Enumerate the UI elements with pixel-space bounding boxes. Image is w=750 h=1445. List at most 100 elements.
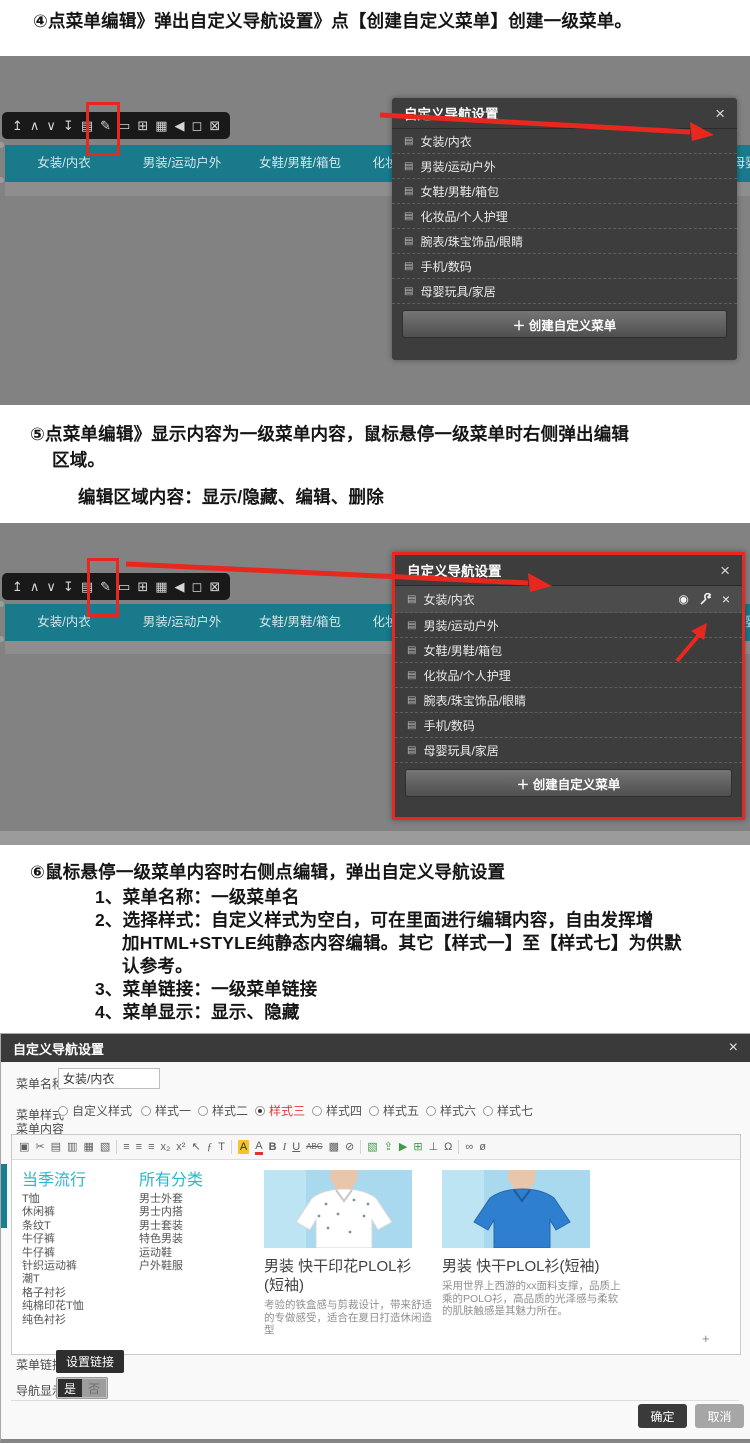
ok-button[interactable]: 确定 [638,1404,687,1428]
category-link: 户外鞋服 [139,1260,203,1273]
bold-icon[interactable]: B [269,1135,277,1159]
font-size-icon[interactable]: T [218,1135,225,1159]
paste-icon[interactable]: ▥ [67,1135,77,1159]
select-icon[interactable]: ↖ [191,1135,200,1159]
menu-item[interactable]: ▤手机/数码 [395,713,742,738]
align-left-icon[interactable]: ≡ [123,1135,129,1159]
move-bottom-icon[interactable]: ↧ [63,573,74,600]
settings-icon[interactable]: ⊞ [137,112,148,139]
resize-handle-icon[interactable]: + [702,1331,710,1346]
menu-doc-icon: ▤ [407,720,416,731]
strikethrough-icon[interactable]: ABC [306,1135,322,1159]
media-icon[interactable]: ▦ [155,112,167,139]
menu-item[interactable]: ▤女鞋/男鞋/箱包 [392,179,737,204]
style-option-3[interactable]: 样式三 [255,1102,305,1119]
style-option-6[interactable]: 样式六 [426,1102,476,1119]
move-up-icon[interactable]: ∧ [30,112,40,139]
step5-heading-line2: 区域。 [52,447,105,472]
menu-item-label: 腕表/珠宝饰品/眼睛 [420,233,523,250]
edit-wrench-icon[interactable] [699,593,712,606]
paste-word-icon[interactable]: ▧ [100,1135,110,1159]
cut-icon[interactable]: ✂ [35,1135,44,1159]
toolbar-separator [231,1140,232,1154]
move-top-icon[interactable]: ↥ [12,112,23,139]
move-top-icon[interactable]: ↥ [12,573,23,600]
rich-text-editor[interactable]: ▣ ✂ ▤ ▥ ▦ ▧ ≡ ≡ ≡ x₂ x² ↖ ƒ T A A B I [11,1134,741,1355]
anchor-icon[interactable]: ⊥ [429,1135,439,1159]
product-title-line2: (短袖) [264,1276,439,1295]
style-option-custom[interactable]: 自定义样式 [58,1102,132,1119]
upload-icon[interactable]: ⇪ [384,1135,393,1159]
step6-item2-cont2: 认参考。 [122,953,193,978]
subscript-icon[interactable]: x₂ [161,1135,171,1159]
move-up-icon[interactable]: ∧ [30,573,40,600]
category-link: 特色男装 [139,1233,203,1246]
superscript-icon[interactable]: x² [176,1135,185,1159]
font-family-icon[interactable]: ƒ [207,1135,213,1159]
page-strip [0,831,750,845]
delete-x-icon[interactable]: × [722,591,730,607]
radio-icon [426,1106,436,1116]
nav-item[interactable]: 女鞋/男鞋/箱包 [241,604,359,641]
sound-icon[interactable]: ◀ [175,112,185,139]
unlink-icon[interactable]: ø [479,1135,486,1159]
menu-item[interactable]: ▤母婴玩具/家居 [395,738,742,763]
show-hide-eye-icon[interactable]: ◉ [678,592,688,606]
menu-doc-icon: ▤ [404,236,413,247]
nav-drag-handle[interactable] [0,142,4,148]
highlight-color-icon[interactable]: A [238,1140,249,1154]
copy-icon[interactable]: ▤ [51,1135,61,1159]
style-option-2[interactable]: 样式二 [198,1102,248,1119]
editor-content-area[interactable]: 当季流行 T恤 休闲裤 条纹T 牛仔裤 牛仔裤 针织运动裤 潮T 格子衬衫 纯棉… [12,1160,740,1354]
style-option-4[interactable]: 样式四 [312,1102,362,1119]
nav-item[interactable]: 男装/运动户外 [123,604,241,641]
nav-item[interactable]: 男装/运动户外 [123,145,241,182]
create-custom-menu-button[interactable]: ＋ 创建自定义菜单 [402,310,727,338]
menu-item[interactable]: ▤手机/数码 [392,254,737,279]
menu-item[interactable]: ▤母婴玩具/家居 [392,279,737,304]
menu-item[interactable]: ▤男装/运动户外 [392,154,737,179]
set-link-button[interactable]: 设置链接 [56,1350,124,1373]
step5-heading-line1: ⑤点菜单编辑》显示内容为一级菜单内容，鼠标悬停一级菜单时右侧弹出编辑 [30,421,629,446]
underline-icon[interactable]: U [292,1135,300,1159]
toggle-yes[interactable]: 是 [58,1379,82,1397]
cancel-button[interactable]: 取消 [695,1404,744,1428]
style-option-1[interactable]: 样式一 [141,1102,191,1119]
align-right-icon[interactable]: ≡ [148,1135,154,1159]
style-option-5[interactable]: 样式五 [369,1102,419,1119]
nav-drag-handle[interactable] [0,636,4,642]
move-down-icon[interactable]: ∨ [46,112,56,139]
close-icon[interactable]: × [720,562,730,579]
move-down-icon[interactable]: ∨ [46,573,56,600]
delete-icon[interactable]: ⊠ [209,112,220,139]
nav-drag-handle[interactable] [0,601,4,607]
menu-item[interactable]: ▤腕表/珠宝饰品/眼睛 [395,688,742,713]
lock-icon[interactable]: ◻ [192,112,203,139]
font-color-icon[interactable]: A [255,1140,262,1155]
paste-text-icon[interactable]: ▦ [83,1135,93,1159]
close-icon[interactable]: × [729,1039,738,1057]
style-option-7[interactable]: 样式七 [483,1102,533,1119]
insert-table-icon[interactable]: ⊞ [413,1135,422,1159]
special-char-icon[interactable]: Ω [444,1135,452,1159]
nav-drag-handle[interactable] [0,177,4,183]
eraser-icon[interactable]: ⊘ [345,1135,354,1159]
italic-icon[interactable]: I [283,1135,287,1159]
link-icon[interactable]: ∞ [465,1135,473,1159]
insert-media-icon[interactable]: ▶ [399,1135,407,1159]
toggle-no[interactable]: 否 [82,1379,106,1397]
move-bottom-icon[interactable]: ↧ [63,112,74,139]
menu-doc-icon: ▤ [407,695,416,706]
menu-item[interactable]: ▤ 腕表/珠宝饰品/眼睛 [392,229,737,254]
category-link: 潮T [22,1273,86,1286]
table-cells-icon[interactable]: ▩ [329,1135,339,1159]
menu-item[interactable]: ▤化妆品/个人护理 [392,204,737,229]
align-center-icon[interactable]: ≡ [136,1135,142,1159]
insert-image-icon[interactable]: ▧ [367,1135,377,1159]
menu-doc-icon: ▤ [404,211,413,222]
create-custom-menu-button[interactable]: ＋ 创建自定义菜单 [405,769,732,797]
menu-name-input[interactable] [58,1068,160,1089]
nav-item[interactable]: 女鞋/男鞋/箱包 [241,145,359,182]
nav-show-toggle[interactable]: 是 否 [56,1377,108,1399]
source-icon[interactable]: ▣ [19,1135,29,1159]
